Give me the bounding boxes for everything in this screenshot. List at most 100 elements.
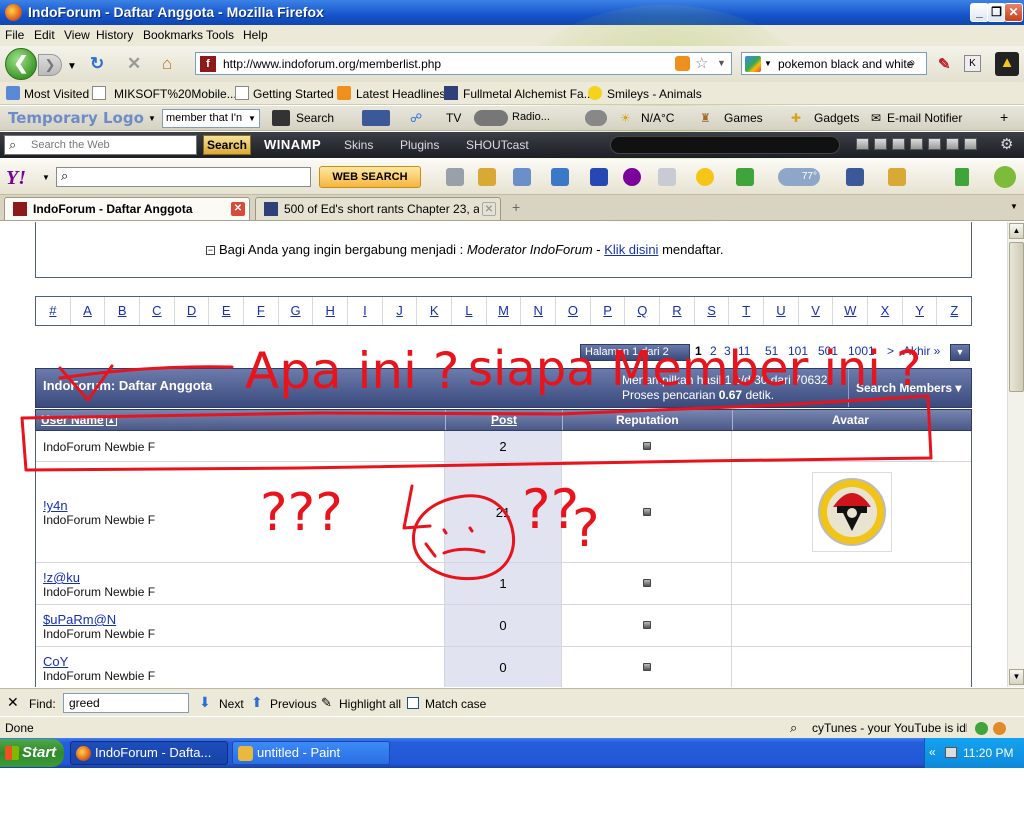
page-link-1001[interactable]: 1001 [848, 344, 875, 361]
toolbar-select[interactable]: member that I'n [162, 109, 260, 128]
web-search-button[interactable]: Search [203, 135, 251, 155]
yahoo-flickr-icon[interactable] [888, 168, 906, 186]
new-tab-icon[interactable]: + [512, 199, 520, 215]
letter-filter-link[interactable]: H [313, 297, 349, 325]
player-next-button[interactable] [946, 138, 959, 150]
letter-filter-link[interactable]: K [417, 297, 453, 325]
tab-close-icon[interactable]: ✕ [231, 202, 245, 216]
tab-indoforum[interactable]: IndoForum - Daftar Anggota ✕ [4, 197, 250, 220]
taskbar-paint[interactable]: untitled - Paint [232, 741, 390, 765]
page-link-2[interactable]: 2 [710, 344, 717, 361]
toolbar-weather[interactable]: N/A°C [641, 111, 674, 125]
member-name-link[interactable]: $uPaRm@N [43, 612, 116, 627]
bookmark-smileys[interactable]: Smileys - Animals [607, 87, 702, 101]
yahoo-settings-icon[interactable] [994, 166, 1016, 188]
yahoo-answers-icon[interactable] [658, 168, 676, 186]
toolbar-gadgets[interactable]: Gadgets [814, 111, 859, 125]
page-link-51[interactable]: 51 [765, 344, 778, 361]
player-rewind-button[interactable] [874, 138, 887, 150]
menu-bookmarks[interactable]: Bookmarks [143, 28, 203, 42]
collapse-icon[interactable]: − [206, 246, 215, 255]
yahoo-eraser-icon[interactable] [446, 168, 464, 186]
back-button[interactable]: ❮ [5, 48, 37, 80]
menu-tools[interactable]: Tools [206, 28, 234, 42]
winamp-logo[interactable]: WINAMP [264, 137, 321, 152]
yahoo-weather-icon[interactable]: 77° [778, 168, 820, 186]
yahoo-add-button-icon[interactable] [955, 168, 969, 186]
page-link-3[interactable]: 3 [724, 344, 731, 361]
pager-dropdown-icon[interactable]: ▼ [950, 344, 970, 361]
letter-filter-link[interactable]: U [764, 297, 799, 325]
letter-filter-link[interactable]: C [140, 297, 175, 325]
status-search-icon[interactable]: ⌕ [790, 720, 797, 736]
toolbar-logo[interactable]: Temporary Logo [8, 109, 144, 127]
col-reputation[interactable]: Reputation [616, 410, 679, 430]
letter-filter-link[interactable]: # [36, 297, 71, 325]
letter-filter-link[interactable]: Z [937, 297, 971, 325]
member-name-link[interactable]: !z@ku [43, 570, 80, 585]
yahoo-dropdown-icon[interactable]: ▼ [42, 173, 50, 182]
url-dropdown-icon[interactable]: ▼ [717, 58, 726, 68]
scroll-thumb[interactable] [1009, 242, 1024, 392]
tab-list-icon[interactable]: ▼ [1010, 202, 1018, 211]
highlight-all-button[interactable]: Highlight all [339, 697, 401, 711]
yahoo-mail-icon[interactable] [551, 168, 569, 186]
bookmark-star-icon[interactable]: ☆ [695, 54, 708, 72]
page-link-501[interactable]: 501 [818, 344, 838, 361]
letter-filter-link[interactable]: T [729, 297, 765, 325]
vertical-scrollbar[interactable]: ▲ ▼ [1007, 222, 1024, 687]
letter-filter-link[interactable]: V [799, 297, 834, 325]
page-link-1[interactable]: 1 [695, 344, 702, 361]
addon-k-icon[interactable]: K [964, 55, 981, 72]
bookmark-fullmetal[interactable]: Fullmetal Alchemist Fa... [463, 87, 594, 101]
letter-filter-link[interactable]: N [521, 297, 557, 325]
toolbar-email-notifier[interactable]: E-mail Notifier [887, 111, 962, 125]
web-search-input[interactable]: ⌕ Search the Web [4, 135, 197, 155]
player-volume-button[interactable] [964, 138, 977, 150]
search-go-icon[interactable]: ⌕ [908, 54, 916, 71]
media-controls-icon[interactable] [474, 110, 508, 126]
bookmark-latest-headlines[interactable]: Latest Headlines [356, 87, 445, 101]
match-case-checkbox[interactable] [407, 697, 419, 709]
letter-filter-link[interactable]: R [660, 297, 695, 325]
letter-filter-link[interactable]: J [383, 297, 418, 325]
player-prev-button[interactable] [856, 138, 869, 150]
close-button[interactable]: ✕ [1004, 3, 1023, 22]
tab-eds-rants[interactable]: 500 of Ed's short rants Chapter 23, a F.… [255, 197, 501, 220]
letter-filter-link[interactable]: F [244, 297, 279, 325]
stop-icon[interactable]: ✕ [127, 55, 141, 73]
yahoo-facebook-icon[interactable] [846, 168, 864, 186]
addon-warning-icon[interactable]: ▲ [995, 52, 1019, 76]
player-stop-button[interactable] [928, 138, 941, 150]
letter-filter-link[interactable]: I [348, 297, 383, 325]
yahoo-messenger-icon[interactable] [696, 168, 714, 186]
signup-link[interactable]: Klik disini [604, 242, 658, 257]
yahoo-logo[interactable]: Y! [6, 167, 26, 190]
scroll-down-icon[interactable]: ▼ [1009, 669, 1024, 685]
find-next-button[interactable]: Next [219, 697, 244, 711]
letter-filter-link[interactable]: M [487, 297, 522, 325]
toolbar-search[interactable]: Search [296, 111, 334, 125]
toolbar-radio[interactable]: Radio... [512, 111, 550, 123]
facebook-icon[interactable] [362, 110, 390, 126]
find-close-icon[interactable]: ✕ [7, 694, 19, 711]
menu-view[interactable]: View [64, 28, 90, 42]
yahoo-bookmarks-icon[interactable] [478, 168, 496, 186]
ytunes-status[interactable]: cyTunes - your YouTube is idle [812, 721, 967, 735]
player-pause-button[interactable] [910, 138, 923, 150]
winamp-skins[interactable]: Skins [344, 138, 373, 152]
letter-filter-link[interactable]: E [209, 297, 245, 325]
find-input[interactable]: greed [63, 693, 189, 713]
letter-filter-link[interactable]: P [591, 297, 626, 325]
letter-filter-link[interactable]: X [868, 297, 903, 325]
scroll-up-icon[interactable]: ▲ [1009, 223, 1024, 239]
history-dropdown-icon[interactable]: ▼ [67, 58, 77, 76]
page-last-link[interactable]: Akhir » [903, 344, 940, 361]
toolbar-add-icon[interactable]: + [1000, 109, 1008, 125]
find-previous-button[interactable]: Previous [270, 697, 317, 711]
col-posts[interactable]: Post [491, 410, 517, 430]
toolbar-games[interactable]: Games [724, 111, 763, 125]
letter-filter-link[interactable]: D [175, 297, 210, 325]
letter-filter-link[interactable]: O [556, 297, 591, 325]
search-members-button[interactable]: Search Members ▾ [848, 369, 972, 407]
